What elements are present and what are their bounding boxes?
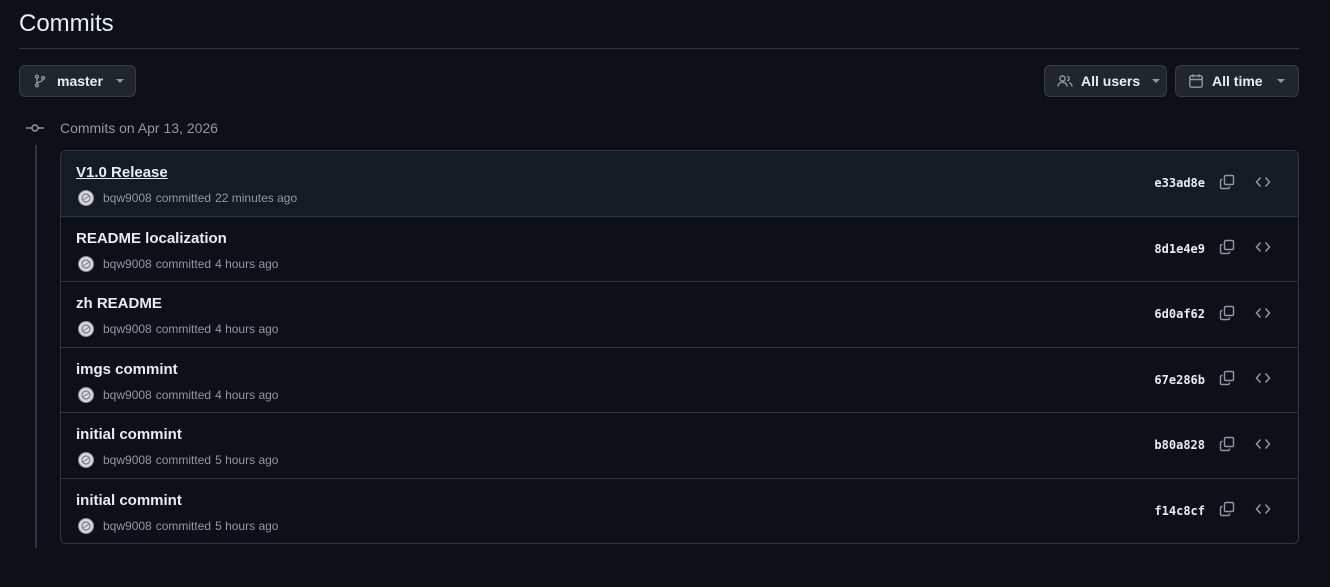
browse-repo-button[interactable]	[1252, 173, 1274, 195]
copy-icon	[1219, 174, 1235, 195]
copy-icon	[1219, 305, 1235, 326]
commit-message-link[interactable]: V1.0 Release	[76, 163, 168, 183]
commit-meta: bqw9008 committed 22 minutes ago	[78, 189, 297, 207]
people-icon	[1057, 73, 1073, 89]
code-icon	[1255, 436, 1271, 457]
users-filter-label: All users	[1081, 73, 1141, 89]
calendar-icon	[1188, 73, 1204, 89]
commit-time: 4 hours ago	[215, 322, 279, 336]
avatar[interactable]	[78, 386, 94, 403]
avatar[interactable]	[78, 255, 94, 272]
avatar[interactable]	[78, 321, 94, 337]
commit-verb: committed	[155, 322, 212, 336]
commit-row[interactable]: zh README bqw9008 committed 4 hours ago …	[61, 282, 1298, 348]
copy-sha-button[interactable]	[1216, 304, 1238, 326]
title-divider	[19, 48, 1299, 49]
copy-sha-button[interactable]	[1216, 239, 1238, 261]
code-icon	[1255, 239, 1271, 260]
time-filter-label: All time	[1212, 73, 1263, 89]
code-icon	[1255, 174, 1271, 195]
copy-icon	[1219, 436, 1235, 457]
commit-row[interactable]: V1.0 Release bqw9008 committed 22 minute…	[61, 151, 1298, 217]
commit-message-link[interactable]: initial commint	[76, 425, 182, 445]
page-title: Commits	[19, 10, 114, 37]
commit-meta: bqw9008 committed 4 hours ago	[78, 320, 278, 338]
commit-message-link[interactable]: README localization	[76, 229, 227, 249]
commit-author-link[interactable]: bqw9008	[103, 257, 152, 271]
commit-sha-link[interactable]: b80a828	[1154, 438, 1205, 452]
commit-message-link[interactable]: initial commint	[76, 491, 182, 511]
timeline-line	[35, 145, 37, 548]
commit-message-link[interactable]: imgs commint	[76, 360, 178, 380]
commit-time: 22 minutes ago	[215, 191, 298, 205]
commit-sha-link[interactable]: f14c8cf	[1154, 504, 1205, 518]
commit-message-link[interactable]: zh README	[76, 294, 162, 314]
avatar[interactable]	[78, 190, 94, 206]
code-icon	[1255, 370, 1271, 391]
commit-sha-link[interactable]: 6d0af62	[1154, 307, 1205, 321]
branch-select-label: master	[57, 73, 103, 89]
commit-list: V1.0 Release bqw9008 committed 22 minute…	[60, 150, 1299, 544]
commit-verb: committed	[155, 453, 212, 467]
browse-repo-button[interactable]	[1252, 435, 1274, 457]
copy-sha-button[interactable]	[1216, 370, 1238, 392]
commit-verb: committed	[155, 191, 212, 205]
commit-time: 4 hours ago	[215, 387, 279, 402]
commit-author-link[interactable]: bqw9008	[103, 191, 152, 205]
commit-meta: bqw9008 committed 5 hours ago	[78, 517, 278, 535]
browse-repo-button[interactable]	[1252, 304, 1274, 326]
commit-meta: bqw9008 committed 4 hours ago	[78, 255, 278, 273]
avatar[interactable]	[78, 452, 94, 468]
copy-sha-button[interactable]	[1216, 173, 1238, 195]
chevron-down-icon	[115, 79, 124, 83]
commit-meta: bqw9008 committed 4 hours ago	[78, 386, 278, 404]
code-icon	[1255, 305, 1271, 326]
commit-group-header: Commits on Apr 13, 2026	[26, 118, 218, 138]
chevron-down-icon	[1152, 79, 1161, 83]
commit-row[interactable]: initial commint bqw9008 committed 5 hour…	[61, 413, 1298, 479]
chevron-down-icon	[1276, 79, 1285, 83]
copy-icon	[1219, 239, 1235, 260]
commit-sha-link[interactable]: 8d1e4e9	[1154, 242, 1205, 256]
commit-verb: committed	[155, 518, 212, 533]
commit-time: 5 hours ago	[215, 453, 279, 467]
browse-repo-button[interactable]	[1252, 239, 1274, 261]
copy-icon	[1219, 370, 1235, 391]
users-filter-button[interactable]: All users	[1044, 65, 1167, 97]
copy-sha-button[interactable]	[1216, 435, 1238, 457]
git-commit-icon	[26, 119, 44, 137]
git-branch-icon	[32, 73, 48, 89]
commit-verb: committed	[155, 387, 212, 402]
copy-icon	[1219, 501, 1235, 522]
commit-author-link[interactable]: bqw9008	[103, 322, 152, 336]
commit-group-date: Commits on Apr 13, 2026	[60, 120, 218, 136]
commit-verb: committed	[155, 256, 212, 271]
avatar[interactable]	[78, 517, 94, 534]
commit-row[interactable]: imgs commint bqw9008 committed 4 hours a…	[61, 348, 1298, 413]
browse-repo-button[interactable]	[1252, 370, 1274, 392]
commit-author-link[interactable]: bqw9008	[103, 453, 152, 467]
time-filter-button[interactable]: All time	[1175, 65, 1299, 97]
browse-repo-button[interactable]	[1252, 501, 1274, 523]
commit-row[interactable]: README localization bqw9008 committed 4 …	[61, 217, 1298, 282]
code-icon	[1255, 501, 1271, 522]
commit-author-link[interactable]: bqw9008	[103, 519, 152, 533]
commit-row[interactable]: initial commint bqw9008 committed 5 hour…	[61, 479, 1298, 544]
commit-author-link[interactable]: bqw9008	[103, 388, 152, 402]
commit-time: 5 hours ago	[215, 518, 279, 533]
commit-time: 4 hours ago	[215, 256, 279, 271]
commit-meta: bqw9008 committed 5 hours ago	[78, 451, 278, 469]
commit-sha-link[interactable]: e33ad8e	[1154, 176, 1205, 190]
copy-sha-button[interactable]	[1216, 501, 1238, 523]
commit-sha-link[interactable]: 67e286b	[1154, 373, 1205, 387]
branch-select-button[interactable]: master	[19, 65, 136, 97]
